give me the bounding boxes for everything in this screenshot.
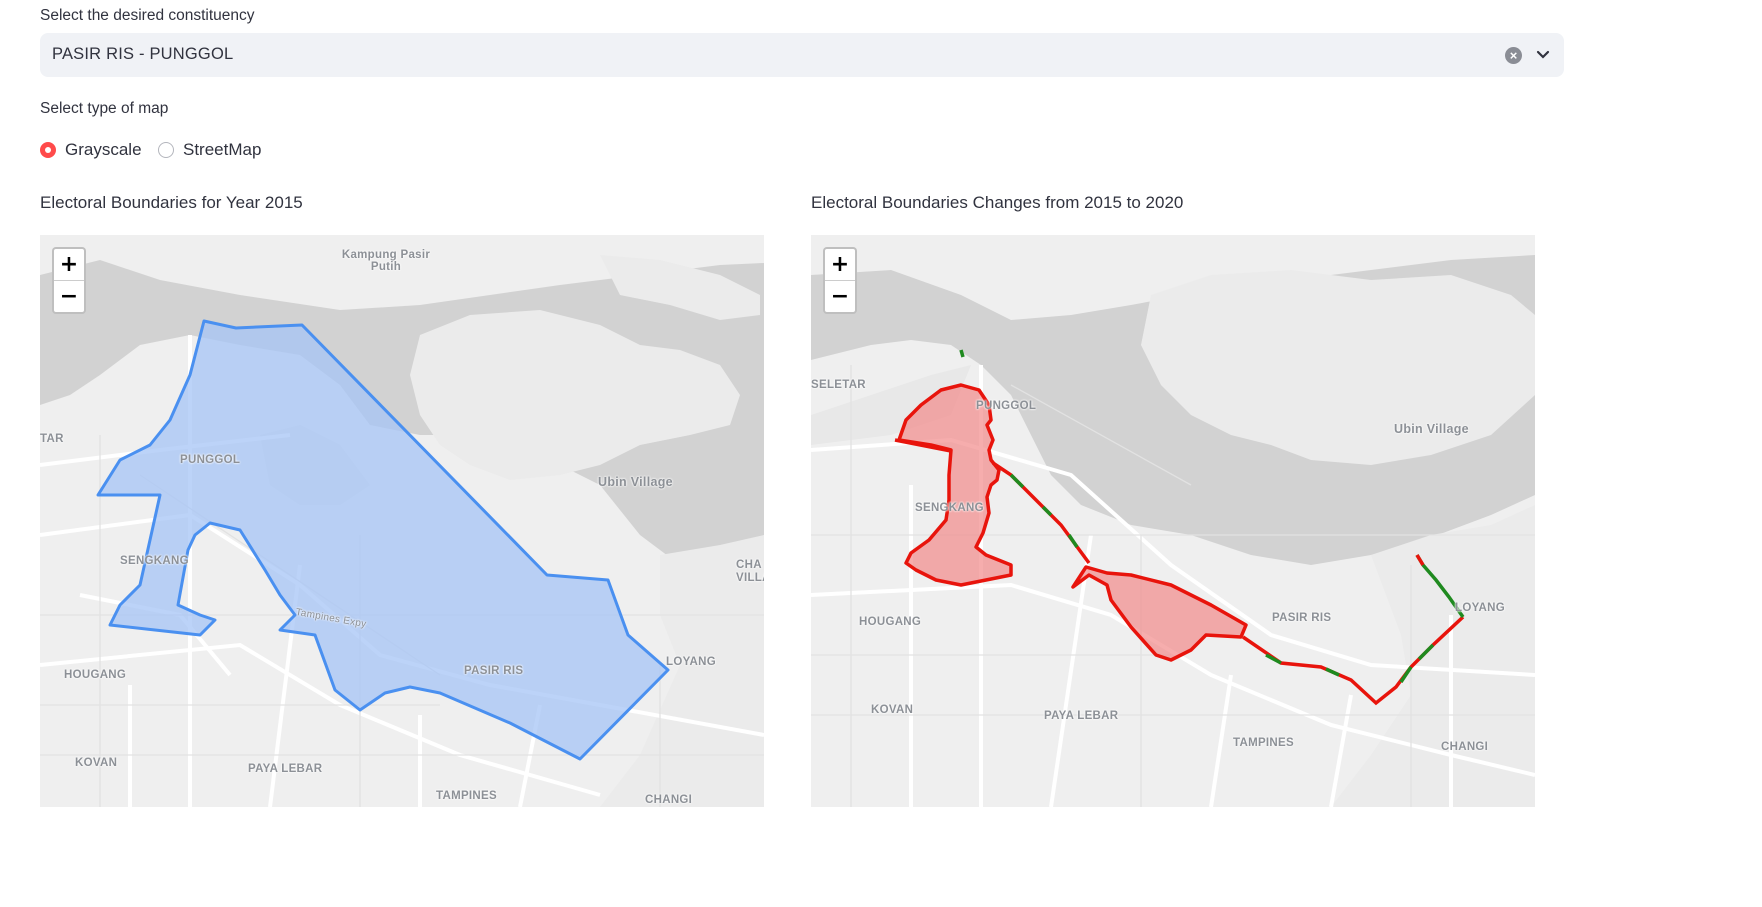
place-punggol: PUNGGOL (976, 400, 1037, 412)
place-paya-lebar: PAYA LEBAR (1044, 710, 1119, 722)
left-map-heading: Electoral Boundaries for Year 2015 (40, 193, 303, 212)
place-ubin-village: Ubin Village (1394, 422, 1469, 436)
place-sengkang: SENGKANG (120, 555, 189, 567)
radio-streetmap-label: StreetMap (183, 140, 262, 159)
constituency-selected-value: PASIR RIS - PUNGGOL (52, 45, 234, 63)
right-map-canvas (811, 235, 1535, 807)
place-kampung-pasir-putih: Kampung Pasir Putih (341, 249, 431, 273)
place-punggol: PUNGGOL (180, 454, 241, 466)
left-map[interactable]: + − Kampung Pasir Putih TAR PUNGGOL Ubin… (40, 235, 764, 807)
place-loyang: LOYANG (666, 656, 716, 668)
place-tar: TAR (40, 433, 64, 445)
place-villa: VILLA (736, 572, 764, 584)
place-seletar: SELETAR (811, 379, 866, 391)
right-zoom-in-button[interactable]: + (825, 249, 855, 281)
left-zoom-in-button[interactable]: + (54, 249, 84, 281)
constituency-select[interactable]: PASIR RIS - PUNGGOL × (40, 33, 1564, 77)
place-kovan: KOVAN (871, 704, 914, 716)
place-tampines: TAMPINES (436, 790, 497, 802)
constituency-label: Select the desired constituency (40, 7, 255, 24)
map-type-label: Select type of map (40, 100, 169, 117)
place-pasir-ris: PASIR RIS (464, 665, 524, 677)
place-tampines: TAMPINES (1233, 737, 1294, 749)
clear-icon[interactable]: × (1505, 47, 1522, 64)
place-sengkang: SENGKANG (915, 502, 984, 514)
right-map-heading: Electoral Boundaries Changes from 2015 t… (811, 193, 1184, 212)
place-changi: CHANGI (1441, 741, 1489, 753)
right-zoom-out-button[interactable]: − (825, 281, 855, 312)
chevron-down-icon[interactable] (1534, 46, 1552, 64)
radio-grayscale-label: Grayscale (65, 140, 142, 159)
radio-unselected-icon (158, 142, 174, 158)
place-kovan: KOVAN (75, 757, 118, 769)
place-hougang: HOUGANG (64, 669, 127, 681)
place-paya-lebar: PAYA LEBAR (248, 763, 323, 775)
place-pasir-ris: PASIR RIS (1272, 612, 1332, 624)
right-map[interactable]: + − SELETAR PUNGGOL Ubin Village SENGKAN… (811, 235, 1535, 807)
place-cha: CHA (736, 559, 762, 571)
radio-selected-icon (40, 142, 56, 158)
right-zoom-control: + − (823, 247, 857, 314)
left-zoom-control: + − (52, 247, 86, 314)
radio-streetmap[interactable]: StreetMap (158, 139, 261, 161)
place-ubin-village: Ubin Village (598, 475, 673, 489)
place-changi: CHANGI (645, 794, 693, 806)
radio-grayscale[interactable]: Grayscale (40, 139, 142, 161)
left-map-canvas (40, 235, 764, 807)
place-hougang: HOUGANG (859, 616, 922, 628)
left-zoom-out-button[interactable]: − (54, 281, 84, 312)
place-loyang: LOYANG (1455, 602, 1505, 614)
